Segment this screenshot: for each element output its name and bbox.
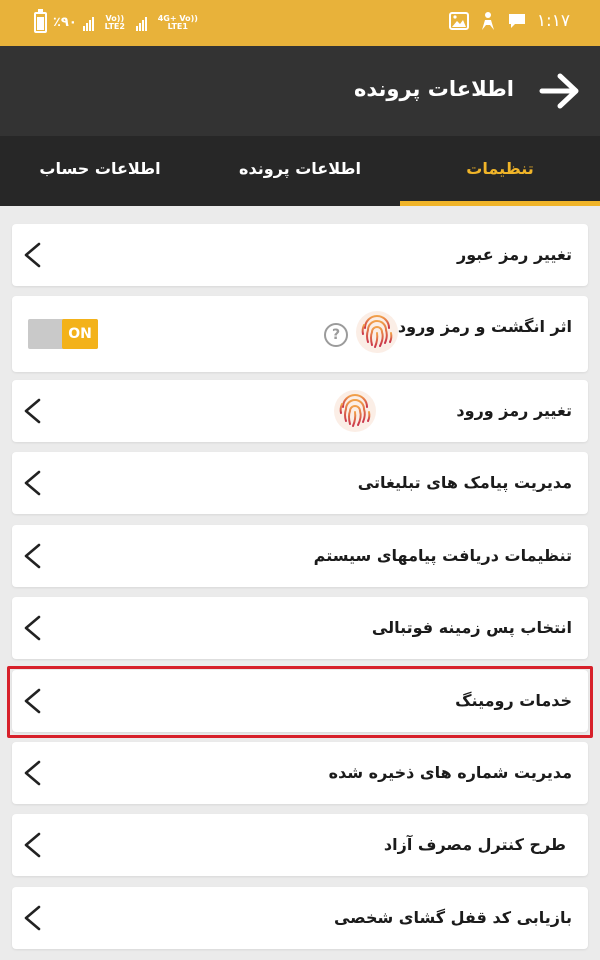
chevron-left-icon xyxy=(24,615,41,641)
chevron-left-icon xyxy=(24,242,41,268)
status-bar: ٪۹۰ Vo)) LTE2 4G+ Vo)) LTE1 ۱:۱۷ xyxy=(0,0,600,46)
sim2-network-label: Vo)) LTE2 xyxy=(104,13,125,31)
list-item-label: بازیابی کد قفل گشای شخصی xyxy=(333,908,572,927)
tab-file-info[interactable]: اطلاعات پرونده xyxy=(200,136,400,206)
list-item-change-login-code[interactable]: تغییر رمز ورود xyxy=(12,380,588,442)
app-notification-icon xyxy=(481,12,494,30)
chevron-left-icon xyxy=(24,905,41,931)
chevron-left-icon xyxy=(24,760,41,786)
list-item-saved-numbers[interactable]: مدیریت شماره های ذخیره شده xyxy=(12,742,588,804)
list-item-fingerprint-login: اثر انگشت و رمز ورود ? ON xyxy=(12,296,588,372)
tab-bar: تنظیمات اطلاعات پرونده اطلاعات حساب xyxy=(0,136,600,206)
tab-settings[interactable]: تنظیمات xyxy=(400,136,600,206)
list-item-puk-recovery[interactable]: بازیابی کد قفل گشای شخصی xyxy=(12,887,588,949)
fingerprint-toggle[interactable]: ON xyxy=(28,319,98,349)
list-item-label: تنظیمات دریافت پیامهای سیستم xyxy=(313,546,572,565)
signal-icon xyxy=(82,15,94,31)
list-item-label: طرح کنترل مصرف آزاد xyxy=(383,835,566,854)
battery-level: ٪۹۰ xyxy=(53,15,77,30)
chevron-left-icon xyxy=(24,398,41,424)
tab-account-info[interactable]: اطلاعات حساب xyxy=(0,136,200,206)
list-item-usage-control[interactable]: طرح کنترل مصرف آزاد xyxy=(12,814,588,876)
clock: ۱:۱۷ xyxy=(536,11,570,31)
back-arrow-icon[interactable] xyxy=(538,71,582,111)
fingerprint-icon xyxy=(334,390,376,432)
list-item-football-background[interactable]: انتخاب پس زمینه فوتبالی xyxy=(12,597,588,659)
sim1-network-label: 4G+ Vo)) LTE1 xyxy=(157,13,198,31)
list-item-label: مدیریت پیامک های تبلیغاتی xyxy=(357,473,572,492)
status-bar-right: ۱:۱۷ xyxy=(448,11,570,31)
list-item-label: تغییر رمز ورود xyxy=(456,401,572,420)
chevron-left-icon xyxy=(24,832,41,858)
message-icon xyxy=(508,14,525,28)
list-item-promo-sms[interactable]: مدیریت پیامک های تبلیغاتی xyxy=(12,452,588,514)
list-item-label: اثر انگشت و رمز ورود xyxy=(397,317,572,336)
status-bar-left: ٪۹۰ Vo)) LTE2 4G+ Vo)) LTE1 xyxy=(34,9,203,33)
list-item-label: تغییر رمز عبور xyxy=(457,245,572,264)
highlight-box xyxy=(7,666,593,738)
list-item-system-messages[interactable]: تنظیمات دریافت پیامهای سیستم xyxy=(12,525,588,587)
page-title: اطلاعات پرونده xyxy=(354,77,514,101)
chevron-left-icon xyxy=(24,543,41,569)
list-item-label: مدیریت شماره های ذخیره شده xyxy=(328,763,572,782)
help-icon[interactable]: ? xyxy=(324,323,348,347)
battery-icon xyxy=(34,9,47,33)
signal-icon xyxy=(135,15,147,31)
app-header: اطلاعات پرونده xyxy=(0,46,600,136)
gallery-icon xyxy=(448,12,469,30)
fingerprint-icon xyxy=(356,311,398,353)
toggle-on-label: ON xyxy=(62,319,98,349)
chevron-left-icon xyxy=(24,470,41,496)
list-item-change-password[interactable]: تغییر رمز عبور xyxy=(12,224,588,286)
list-item-label: انتخاب پس زمینه فوتبالی xyxy=(371,618,572,637)
